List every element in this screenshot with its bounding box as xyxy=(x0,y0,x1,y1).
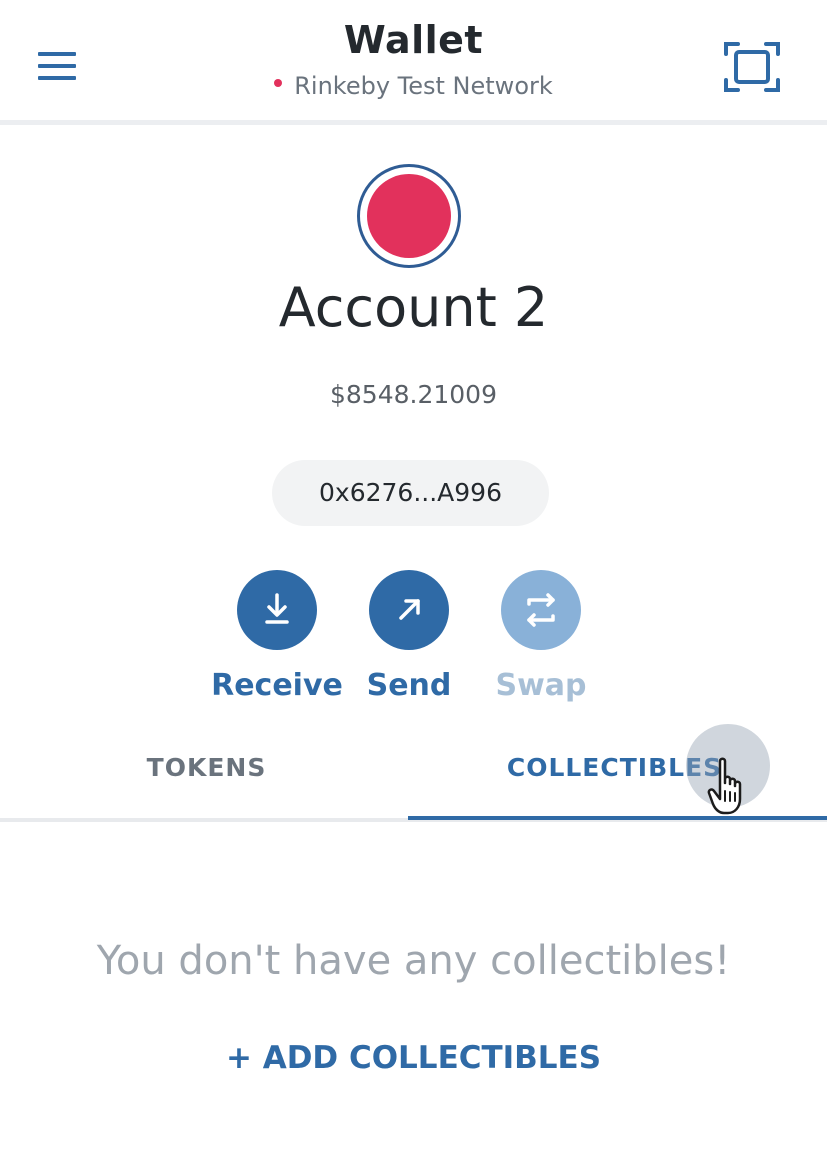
swap-button[interactable]: Swap xyxy=(461,570,621,710)
account-address-button[interactable]: 0x6276...A996 xyxy=(272,460,549,526)
page-title: Wallet xyxy=(343,18,484,62)
network-status-dot xyxy=(274,79,283,87)
tab-tokens[interactable]: TOKENS xyxy=(0,732,413,820)
empty-collectibles-message: You don't have any collectibles! xyxy=(96,938,731,984)
add-collectibles-link[interactable]: + ADD COLLECTIBLES xyxy=(0,1040,827,1076)
swap-icon xyxy=(527,593,555,627)
network-name: Rinkeby Test Network xyxy=(294,72,553,100)
app-header: Wallet Rinkeby Test Network xyxy=(0,0,827,122)
hand-pointer-icon xyxy=(707,757,742,815)
active-tab-indicator xyxy=(408,816,827,820)
swap-circle xyxy=(501,570,581,650)
swap-label: Swap xyxy=(495,668,587,703)
arrow-up-right-icon xyxy=(399,599,420,620)
account-balance: $8548.21009 xyxy=(329,380,497,409)
account-avatar[interactable] xyxy=(357,164,461,268)
receive-circle xyxy=(237,570,317,650)
network-indicator[interactable]: Rinkeby Test Network xyxy=(0,72,827,100)
scan-button[interactable] xyxy=(716,34,788,100)
avatar-identicon xyxy=(367,174,451,258)
qr-scan-icon xyxy=(724,42,780,92)
download-icon xyxy=(265,593,289,624)
account-name[interactable]: Account 2 xyxy=(0,276,827,339)
header-divider xyxy=(0,120,827,125)
send-circle xyxy=(369,570,449,650)
